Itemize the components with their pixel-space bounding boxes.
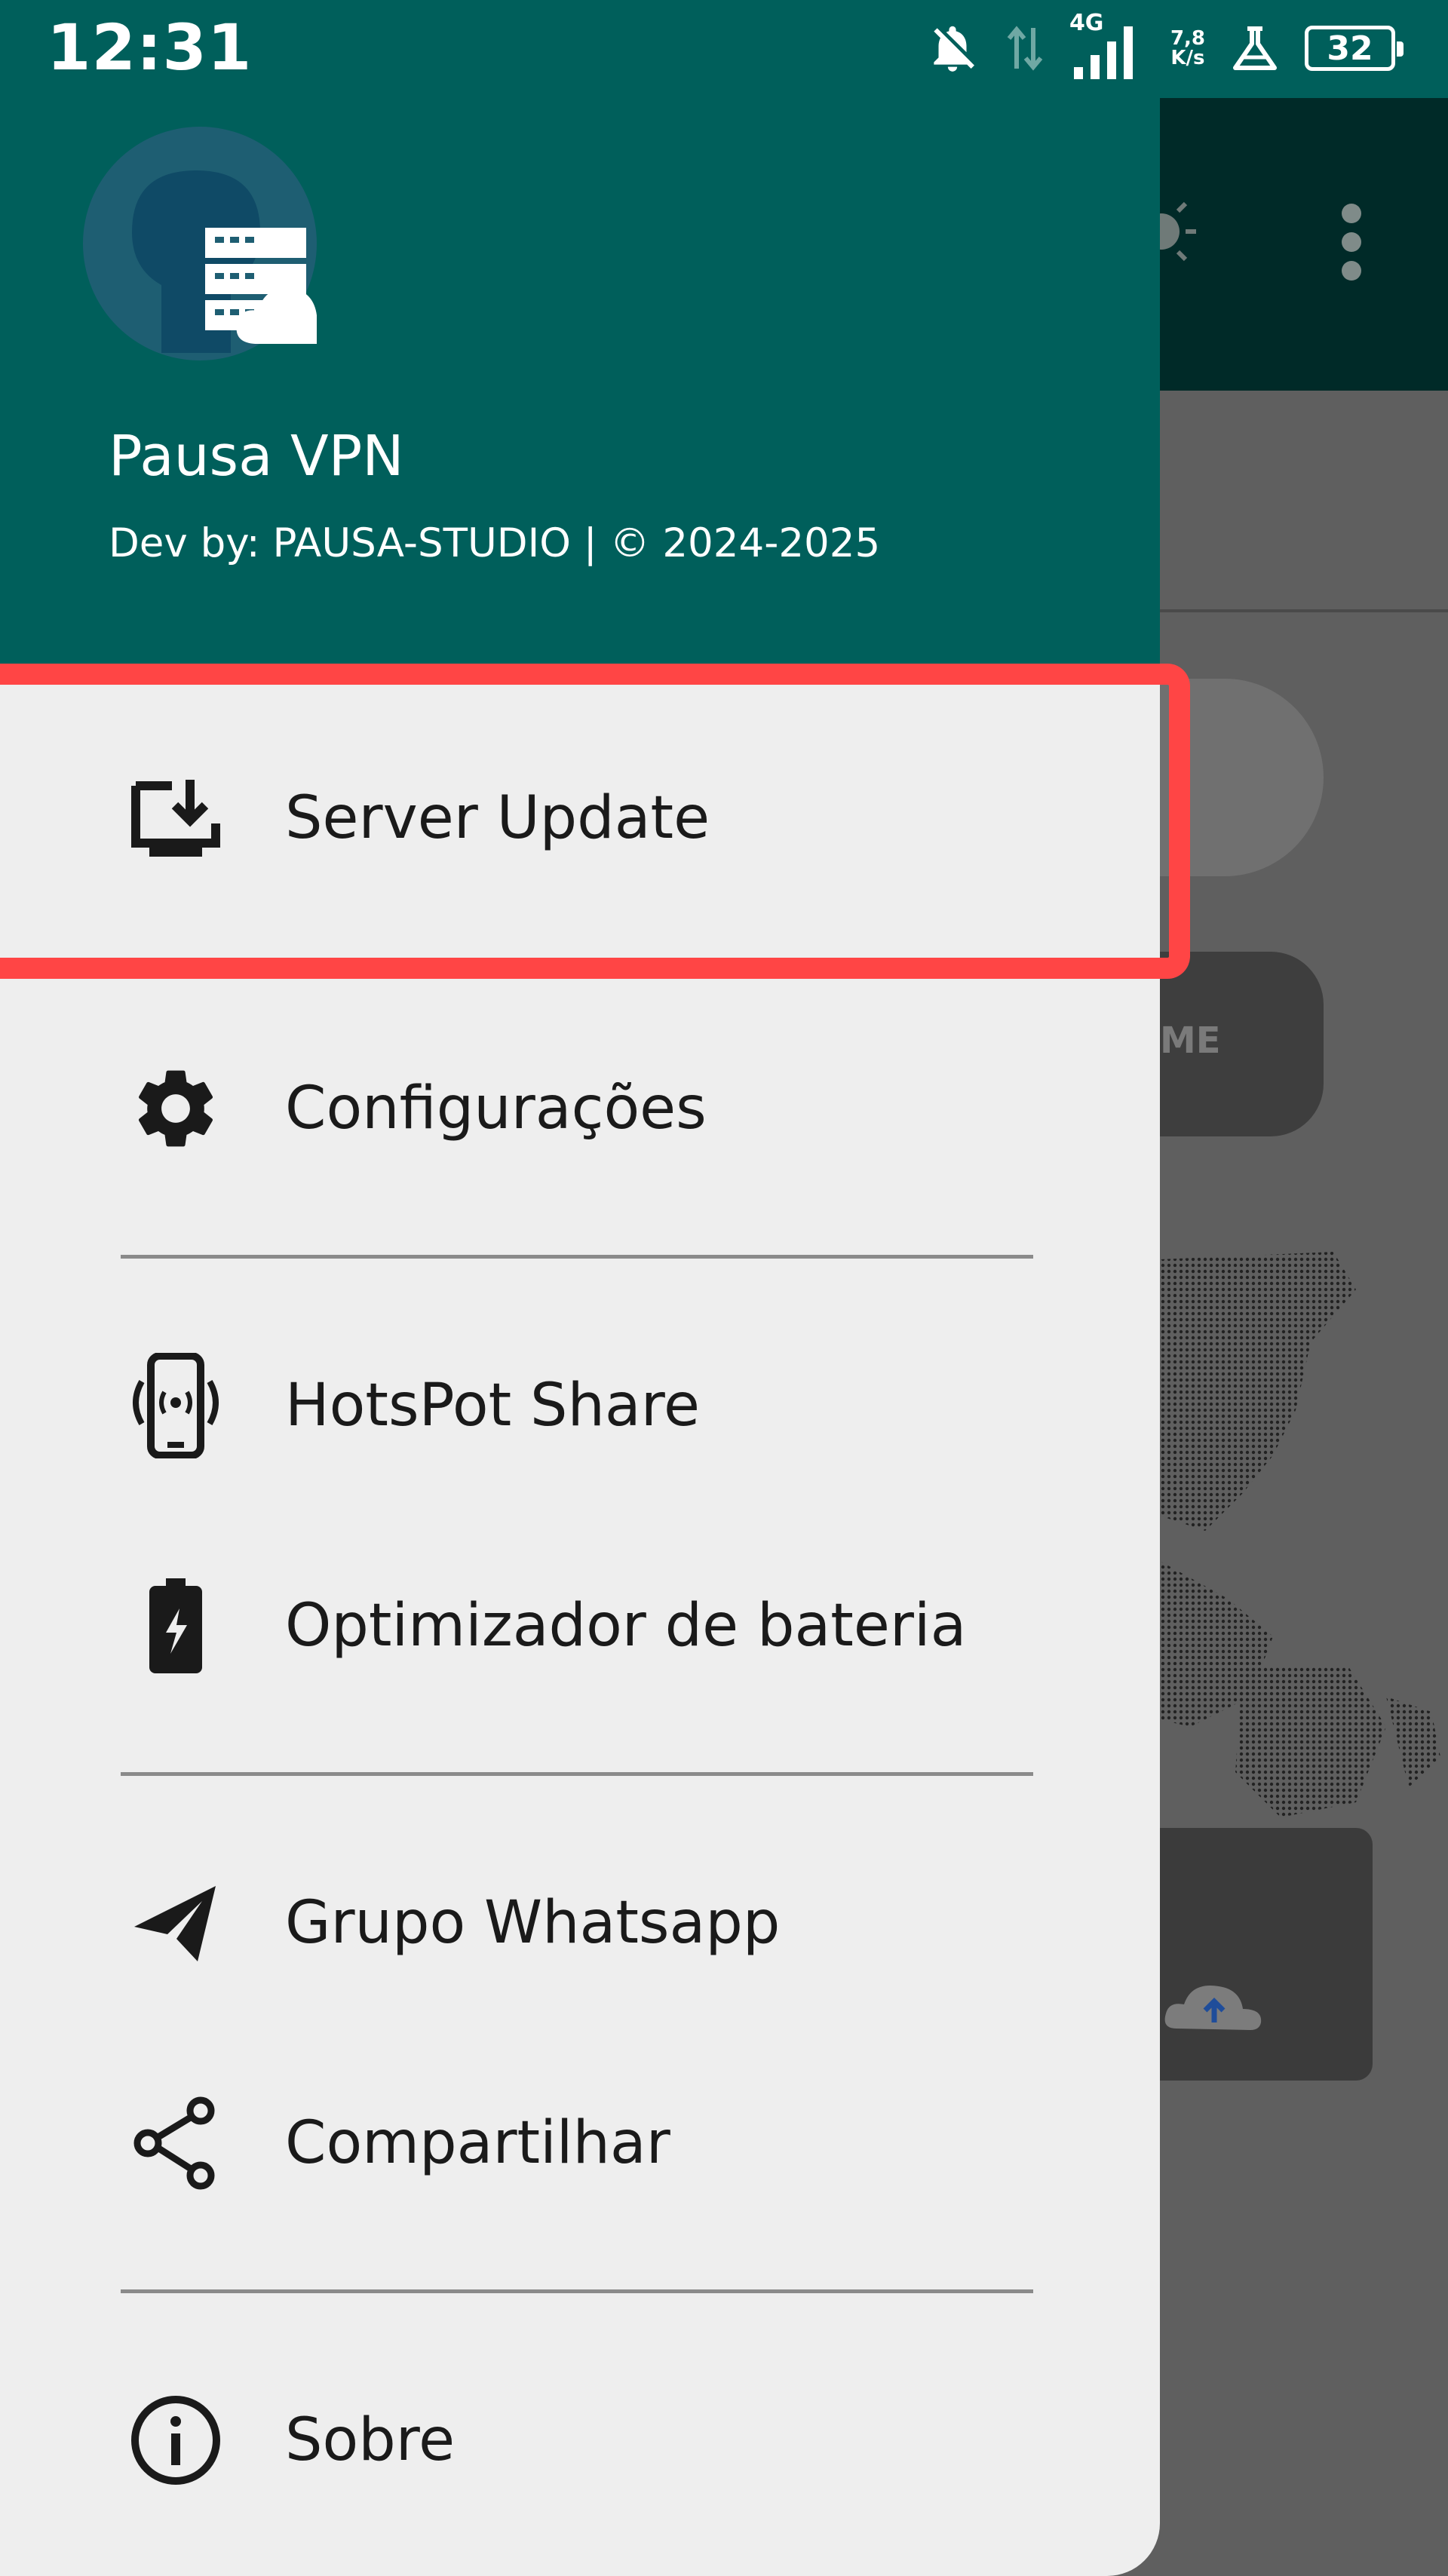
- world-map-image: [1160, 1252, 1440, 1817]
- server-download-icon: [128, 771, 223, 866]
- menu-item-hotspot-share[interactable]: HotsPot Share: [0, 1308, 1160, 1504]
- more-options-icon: [1335, 204, 1368, 294]
- menu-label-about: Sobre: [285, 2406, 456, 2474]
- menu-divider: [121, 1255, 1033, 1259]
- share-icon: [128, 2096, 223, 2191]
- menu-divider: [121, 1772, 1033, 1776]
- menu-item-configuracoes[interactable]: Configurações: [0, 1010, 1160, 1207]
- background-toolbar: [1160, 98, 1448, 391]
- server-cloud-icon: [132, 170, 332, 353]
- signal-icon: 4G: [1069, 10, 1145, 82]
- menu-label-configuracoes: Configurações: [285, 1075, 707, 1142]
- menu-item-share[interactable]: Compartilhar: [0, 2045, 1160, 2241]
- status-time: 12:31: [47, 11, 253, 84]
- battery-icon: 32: [1305, 26, 1404, 71]
- menu-item-server-update[interactable]: Server Update: [0, 712, 1160, 925]
- menu-label-whatsapp-group: Grupo Whatsapp: [285, 1889, 781, 1957]
- data-arrows-icon: [1007, 26, 1043, 71]
- battery-bolt-icon: [128, 1578, 223, 1673]
- app-name: Pausa VPN: [109, 424, 404, 489]
- status-bar: 12:31 4G 7,8 K/s 32: [0, 0, 1448, 98]
- bell-off-icon: [934, 26, 974, 72]
- info-icon: [128, 2393, 223, 2488]
- navigation-drawer: Pausa VPN Dev by: PAUSA-STUDIO | © 2024-…: [0, 0, 1160, 2576]
- drawer-header: Pausa VPN Dev by: PAUSA-STUDIO | © 2024-…: [0, 0, 1160, 664]
- background-tabs: [1160, 391, 1448, 612]
- battery-level: 32: [1327, 29, 1373, 68]
- network-speed-value: 7,8: [1170, 27, 1205, 50]
- app-logo: [83, 127, 332, 360]
- cloud-upload-icon: [1164, 1986, 1262, 2030]
- background-button-label: ME: [1160, 1020, 1221, 1062]
- menu-item-battery-optimizer[interactable]: Optimizador de bateria: [0, 1528, 1160, 1724]
- menu-label-share: Compartilhar: [285, 2109, 670, 2177]
- menu-divider: [121, 2289, 1033, 2293]
- menu-label-server-update: Server Update: [285, 784, 710, 852]
- menu-item-about[interactable]: Sobre: [0, 2342, 1160, 2538]
- gear-icon: [128, 1061, 223, 1156]
- alert-flask-icon: [1233, 26, 1277, 70]
- menu-label-battery-optimizer: Optimizador de bateria: [285, 1592, 967, 1660]
- menu-item-whatsapp-group[interactable]: Grupo Whatsapp: [0, 1825, 1160, 2021]
- menu-label-hotspot-share: HotsPot Share: [285, 1372, 701, 1440]
- developer-credit: Dev by: PAUSA-STUDIO | © 2024-2025: [109, 520, 881, 566]
- network-speed: 7,8 K/s: [1170, 29, 1205, 68]
- status-icons: 4G 7,8 K/s 32: [925, 10, 1404, 86]
- network-speed-unit: K/s: [1170, 47, 1205, 69]
- hotspot-phone-icon: [128, 1353, 223, 1458]
- send-icon: [128, 1875, 223, 1970]
